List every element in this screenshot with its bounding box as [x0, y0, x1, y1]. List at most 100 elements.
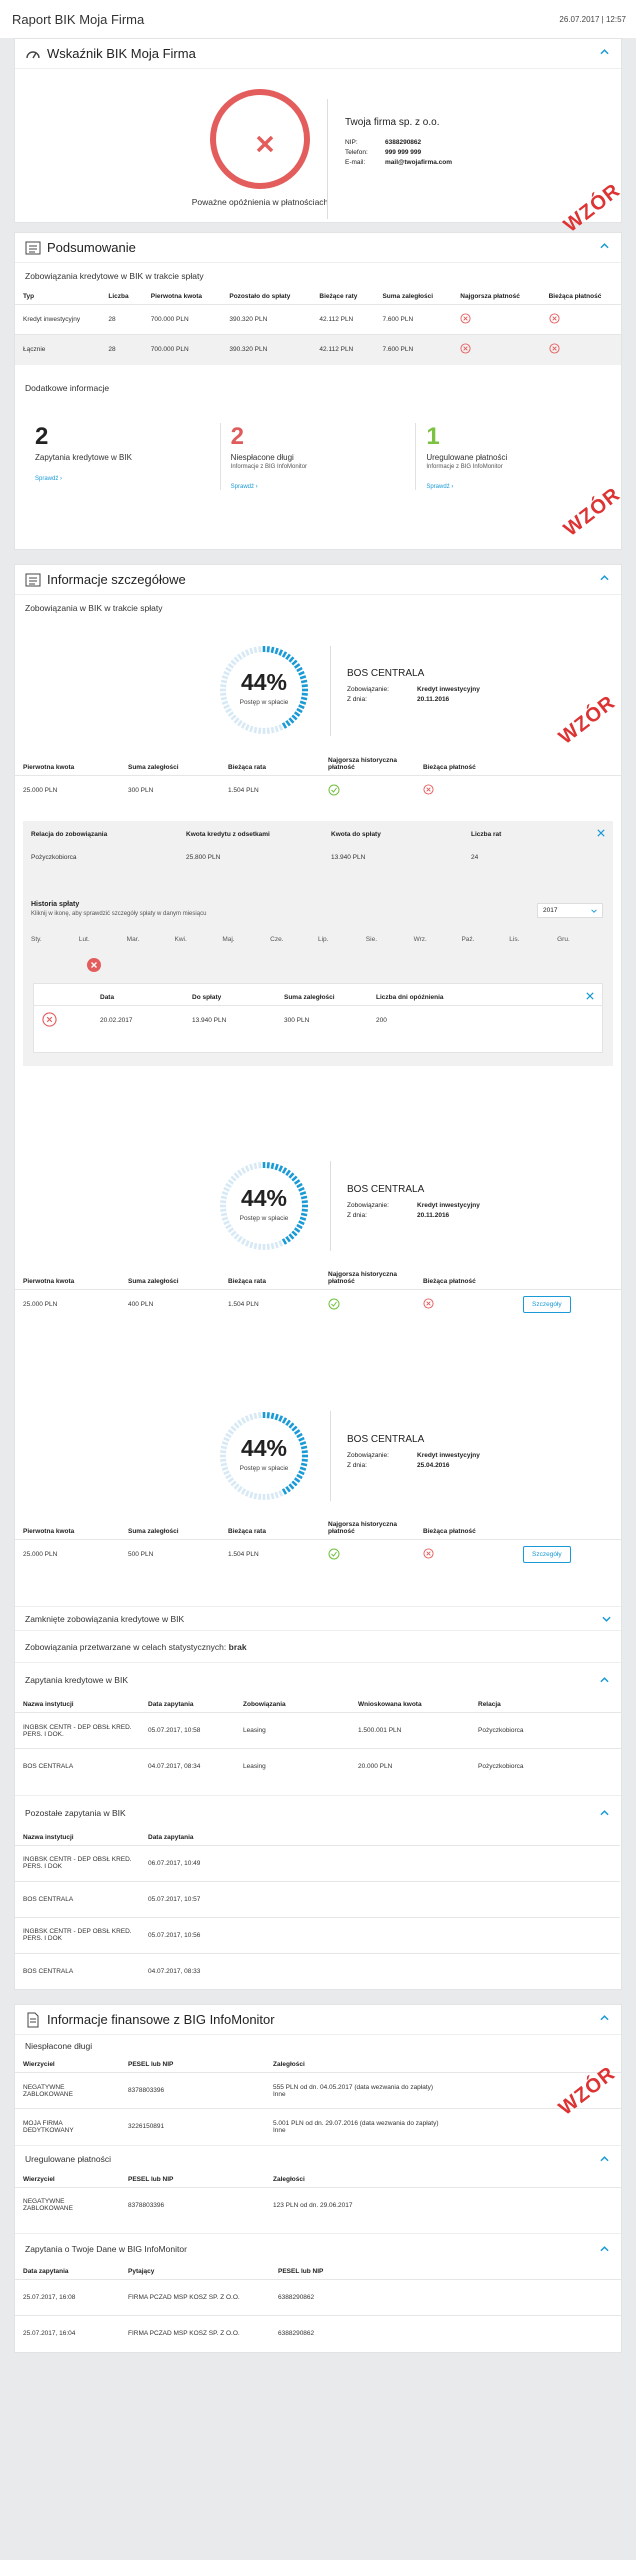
summary-header[interactable]: Podsumowanie: [15, 233, 621, 263]
month-label: Mar.: [126, 936, 140, 943]
top-bar: Raport BIK Moja Firma 26.07.2017 | 12:57: [0, 0, 636, 38]
date-label: Z dnia:: [347, 1462, 367, 1469]
date-label: Z dnia:: [347, 1212, 367, 1219]
progress-segment: [278, 649, 284, 656]
cell: 6388290862: [270, 2279, 621, 2316]
cell: 25.07.2017, 16:04: [15, 2315, 120, 2352]
col-header: Pierwotna kwota: [150, 293, 203, 300]
progress-segment: [230, 714, 237, 721]
credit-table: Pierwotna kwota Suma zaległości Bieżąca ra…: [15, 1267, 621, 1320]
progress-label: Postęp w spłacie: [239, 1215, 289, 1222]
progress-segment: [270, 1242, 275, 1250]
progress-segment: [237, 1419, 243, 1427]
cell: 1.504 PLN: [220, 1539, 320, 1570]
details-button[interactable]: Szczegóły: [523, 1546, 571, 1564]
stat-queries: 2 Zapytania kredytowe w BIK Sprawdź ›: [25, 422, 221, 490]
year-select[interactable]: 2017: [537, 903, 603, 918]
col-header: Najgorsza historyczna płatność: [328, 1271, 397, 1285]
progress-label: Postęp w spłacie: [239, 699, 289, 706]
chevron-up-icon[interactable]: [600, 2246, 609, 2252]
cell: NEGATYWNE ZABLOKOWANE: [15, 2072, 120, 2109]
list-icon: [25, 241, 41, 254]
chevron-up-icon[interactable]: [600, 1677, 609, 1683]
chevron-up-icon[interactable]: [600, 243, 609, 249]
month-label: Cze.: [270, 936, 284, 943]
cell: 7.600 PLN: [374, 304, 453, 335]
progress-segment: [230, 1480, 237, 1487]
progress-segment: [249, 1413, 254, 1421]
cell: 300 PLN: [120, 775, 220, 806]
col-header: Suma zaległości: [382, 293, 434, 300]
col-header: Pierwotna kwota: [23, 1528, 75, 1535]
cell: INGBSK CENTR - DEP OBSŁ KRED. PERS. I DO…: [15, 1844, 140, 1881]
unpaid-title: Niespłacone długi: [25, 2041, 93, 2051]
paid-table: Wierzyciel PESEL lub NIP Zaległości NEGATY…: [15, 2172, 621, 2223]
progress-segment: [278, 1490, 284, 1497]
stat-label: Zapytania kredytowe w BIK: [35, 452, 132, 462]
table-row: 25.000 PLN 500 PLN 1.504 PLN Szczegóły: [15, 1539, 621, 1570]
table-row: 25.07.2017, 16:04 FIRMA PCZAD MSP KOSZ SP…: [15, 2315, 621, 2352]
col-header: PESEL lub NIP: [128, 2175, 174, 2183]
progress-segment: [253, 726, 258, 734]
progress-segment: [293, 711, 301, 717]
credit-table: Pierwotna kwota Suma zaległości Bieżąca ra…: [15, 1517, 621, 1570]
progress-segment: [285, 1419, 291, 1427]
details-header[interactable]: Informacje szczegółowe: [15, 565, 621, 595]
progress-segment: [293, 1179, 301, 1185]
credit-info: BOS CENTRALA Zobowiązanie: Kredyt inwesty…: [347, 1435, 480, 1471]
nip-value: 6388290862: [385, 139, 422, 146]
indicator-header[interactable]: Wskaźnik BIK Moja Firma: [15, 39, 621, 69]
close-icon[interactable]: [597, 829, 605, 837]
indicator-title: Wskaźnik BIK Moja Firma: [47, 46, 196, 61]
col-header: Wierzyciel: [23, 2061, 55, 2068]
stat-unpaid: 2 Niespłacone długi Informacje z BIG InfoM…: [221, 422, 417, 490]
table-row: 25.07.2017, 16:08 FIRMA PCZAD MSP KOSZ SP…: [15, 2279, 621, 2316]
app-title: Raport BIK Moja Firma: [12, 11, 145, 27]
cell: Pożyczkobiorca: [470, 1748, 621, 1785]
details-subtitle: Zobowiązania w BIK w trakcie spłaty: [25, 603, 163, 613]
chevron-up-icon[interactable]: [600, 575, 609, 581]
check-link[interactable]: Sprawdź ›: [231, 484, 406, 490]
big-header[interactable]: Informacje finansowe z BIG InfoMonitor: [15, 2005, 621, 2035]
col-header: PESEL lub NIP: [278, 2268, 324, 2275]
check-link[interactable]: Sprawdź ›: [35, 476, 210, 482]
phone-label: Telefon:: [345, 149, 368, 156]
progress-percent: 44%: [240, 669, 288, 695]
chevron-up-icon[interactable]: [600, 49, 609, 55]
cell: 7.600 PLN: [374, 334, 453, 365]
closed-credits-toggle[interactable]: Zamknięte zobowiązania kredytowe w BIK: [15, 1606, 621, 1630]
col-header: Do spłaty: [192, 994, 222, 1001]
progress-segment: [253, 646, 258, 654]
cell: 25.000 PLN: [15, 1539, 120, 1570]
month-error-icon[interactable]: [87, 958, 101, 972]
progress-segment: [278, 724, 284, 731]
chevron-up-icon[interactable]: [600, 1809, 609, 1816]
progress-segment: [244, 1165, 250, 1172]
progress-segment: [233, 656, 240, 663]
table-row: BOS CENTRALA 04.07.2017, 08:33: [15, 1952, 620, 1989]
cell: 25.000 PLN: [15, 1289, 120, 1320]
details-title: Informacje szczegółowe: [47, 572, 186, 587]
cell: 28: [100, 334, 143, 365]
progress-segment: [258, 1493, 262, 1500]
progress-gauge: 44% Postęp w spłacie: [213, 1155, 315, 1257]
progress-segment: [281, 1238, 288, 1245]
check-link[interactable]: Sprawdź ›: [426, 484, 601, 490]
cell: NEGATYWNE ZABLOKOWANE: [15, 2186, 120, 2223]
credit-info: BOS CENTRALA Zobowiązanie: Kredyt inwesty…: [347, 1185, 480, 1221]
progress-percent: 44%: [240, 1435, 288, 1461]
col-header: Zaległości: [273, 2061, 305, 2068]
progress-segment: [240, 1488, 247, 1495]
list-icon: [25, 573, 41, 586]
details-card: Informacje szczegółowe Zobowiązania w BI…: [14, 564, 622, 1990]
progress-percent: 44%: [240, 1185, 288, 1211]
chevron-up-icon[interactable]: [600, 2155, 609, 2162]
close-icon[interactable]: [586, 992, 594, 1000]
big-queries-section: Zapytania o Twoje Dane w BIG InfoMonitor…: [15, 2233, 621, 2352]
progress-segment: [266, 1493, 270, 1500]
progress-segment: [274, 725, 279, 733]
chevron-up-icon[interactable]: [600, 2015, 609, 2021]
col-header: Kwota kredytu z odsetkami: [186, 831, 270, 838]
status-ring: [210, 89, 310, 189]
details-button[interactable]: Szczegóły: [523, 1296, 571, 1314]
